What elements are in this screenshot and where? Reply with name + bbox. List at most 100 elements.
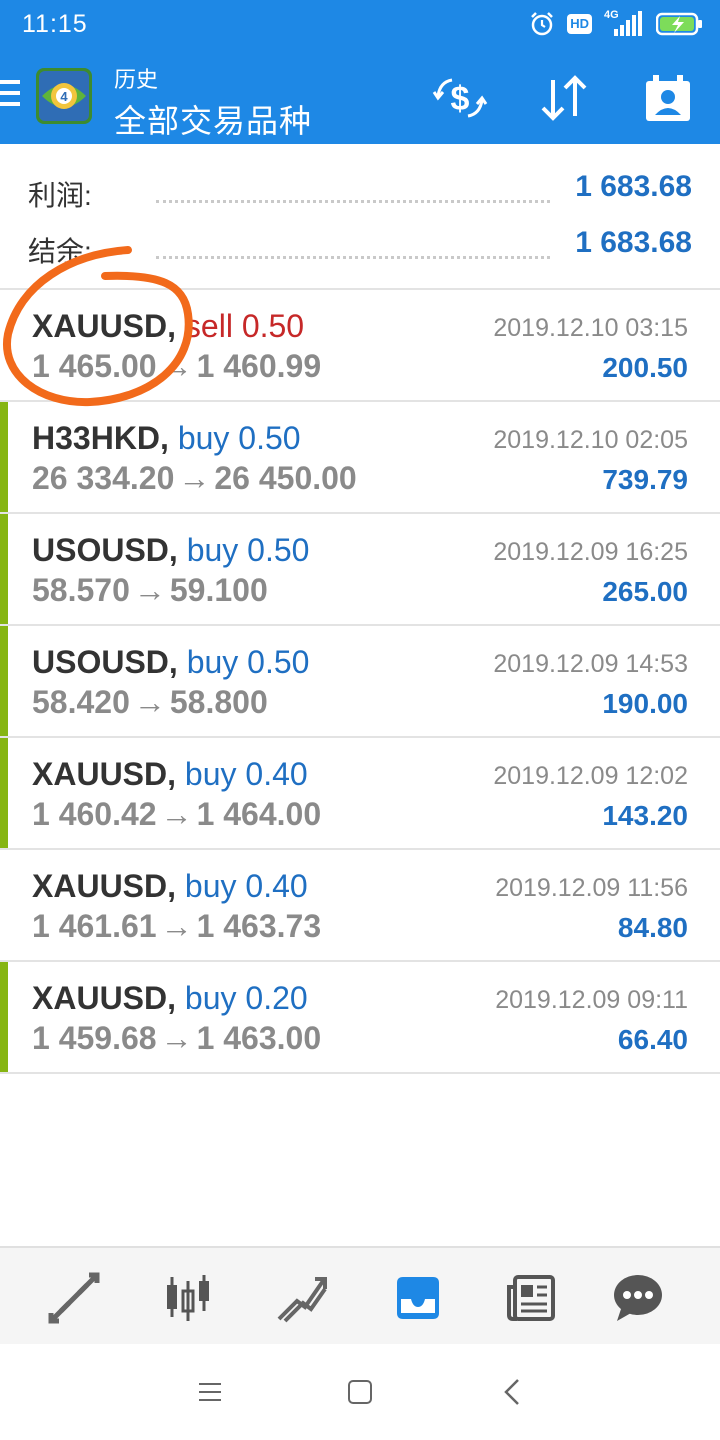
trade-profit: 190.00 [602, 688, 688, 719]
quotes-icon [48, 1272, 100, 1324]
account-button[interactable] [640, 70, 696, 126]
balance-row: 结余: 1 683.68 [0, 220, 720, 276]
account-icon [646, 75, 690, 121]
dotted-leader [156, 200, 550, 203]
tab-trade[interactable] [272, 1268, 332, 1328]
svg-text:$: $ [451, 80, 470, 118]
trade-row[interactable]: USOUSD, buy 0.50 58.420 → 58.800 2019.12.0… [0, 626, 720, 738]
currency-exchange-button[interactable]: $ [432, 70, 488, 126]
trade-time: 2019.12.09 09:11 [495, 986, 688, 1014]
summary-panel: 利润: 1 683.68 结余: 1 683.68 [0, 144, 720, 290]
menu-nav-button[interactable] [190, 1376, 230, 1408]
arrow-right-icon: → [160, 908, 193, 944]
buy-marker [0, 626, 8, 736]
menu-nav-icon [199, 1383, 221, 1401]
trade-symbol: XAUUSD, [32, 756, 177, 792]
close-price: 1 463.73 [196, 908, 322, 944]
symbol-filter[interactable]: 全部交易品种 [114, 96, 312, 142]
battery-charging-icon [656, 12, 702, 36]
trade-profit: 739.79 [602, 464, 688, 495]
svg-text:4: 4 [60, 89, 68, 104]
app-bar: 4 历史 全部交易品种 $ [0, 48, 720, 144]
tab-quotes[interactable] [44, 1268, 104, 1328]
trade-row[interactable]: H33HKD, buy 0.50 26 334.20 → 26 450.00 201… [0, 402, 720, 514]
trade-symbol: USOUSD, [32, 644, 178, 680]
close-price: 1 460.99 [196, 348, 322, 384]
trade-profit: 84.80 [617, 912, 688, 943]
open-price: 58.570 [32, 572, 130, 608]
trade-side: buy 0.50 [186, 644, 310, 680]
hd-icon: HD [567, 14, 592, 34]
news-icon [507, 1275, 555, 1321]
arrow-right-icon: → [133, 572, 166, 608]
system-nav-bar [0, 1344, 720, 1440]
status-bar: 11:15 HD 4G [0, 0, 720, 48]
trade-time: 2019.12.10 02:05 [493, 426, 688, 454]
buy-marker [0, 962, 8, 1072]
app-logo-icon: 4 [36, 68, 92, 124]
close-price: 26 450.00 [214, 460, 357, 496]
trade-side: buy 0.20 [184, 980, 308, 1016]
trade-profit: 265.00 [602, 576, 688, 607]
home-nav-icon [348, 1380, 372, 1404]
close-price: 58.800 [169, 684, 268, 720]
trade-time: 2019.12.10 03:15 [493, 314, 688, 342]
trade-symbol: H33HKD, [32, 420, 169, 456]
alarm-icon [531, 12, 554, 36]
trade-symbol: XAUUSD, [32, 980, 177, 1016]
open-price: 1 461.61 [32, 908, 157, 944]
trade-profit: 66.40 [617, 1024, 688, 1055]
tab-chart[interactable] [158, 1268, 218, 1328]
profit-value: 1 683.68 [575, 170, 692, 203]
trade-symbol: XAUUSD, [32, 868, 177, 904]
trade-side: buy 0.40 [184, 868, 308, 904]
buy-marker [0, 402, 8, 512]
trade-history-list: XAUUSD, sell 0.50 1 465.00 → 1 460.99 2019… [0, 290, 720, 1074]
trade-symbol: XAUUSD, [32, 308, 177, 344]
back-nav-icon [504, 1379, 519, 1405]
arrow-right-icon: → [160, 796, 193, 832]
trade-row[interactable]: XAUUSD, buy 0.40 1 461.61 → 1 463.73 2019.… [0, 850, 720, 962]
menu-icon[interactable] [0, 80, 22, 110]
close-price: 1 463.00 [196, 1020, 322, 1056]
tab-chat[interactable] [608, 1268, 668, 1328]
tab-news[interactable] [502, 1268, 562, 1328]
screen-title: 历史 [114, 67, 159, 92]
trade-profit: 143.20 [602, 800, 688, 831]
status-icons: HD 4G [529, 9, 704, 38]
arrow-right-icon: → [178, 460, 211, 496]
bottom-tab-bar [0, 1246, 720, 1344]
trade-row[interactable]: XAUUSD, buy 0.20 1 459.68 → 1 463.00 2019.… [0, 962, 720, 1074]
back-nav-button[interactable] [492, 1376, 532, 1408]
trade-side: sell 0.50 [184, 308, 305, 344]
trade-time: 2019.12.09 12:02 [493, 762, 688, 790]
sort-button[interactable] [536, 70, 592, 126]
buy-marker [0, 738, 8, 848]
profit-row: 利润: 1 683.68 [0, 164, 720, 220]
chart-icon [167, 1275, 209, 1321]
open-price: 1 459.68 [32, 1020, 157, 1056]
trade-symbol: USOUSD, [32, 532, 178, 568]
home-nav-button[interactable] [340, 1376, 380, 1408]
open-price: 58.420 [32, 684, 130, 720]
sort-icon [541, 75, 587, 121]
close-price: 59.100 [169, 572, 268, 608]
trade-row[interactable]: XAUUSD, buy 0.40 1 460.42 → 1 464.00 2019.… [0, 738, 720, 850]
open-price: 1 460.42 [32, 796, 157, 832]
trade-side: buy 0.40 [184, 756, 308, 792]
arrow-right-icon: → [160, 348, 193, 384]
dotted-leader [156, 256, 550, 259]
trade-icon [277, 1277, 327, 1323]
status-time: 11:15 [22, 10, 88, 38]
trade-time: 2019.12.09 14:53 [493, 650, 688, 678]
trade-row[interactable]: XAUUSD, sell 0.50 1 465.00 → 1 460.99 2019… [0, 290, 720, 402]
trade-side: buy 0.50 [177, 420, 301, 456]
currency-exchange-icon: $ [432, 78, 488, 118]
trade-time: 2019.12.09 16:25 [493, 538, 688, 566]
chat-icon [614, 1275, 662, 1321]
balance-label: 结余: [28, 236, 92, 267]
trade-row[interactable]: USOUSD, buy 0.50 58.570 → 59.100 2019.12.0… [0, 514, 720, 626]
balance-value: 1 683.68 [575, 226, 692, 259]
history-icon [397, 1277, 439, 1319]
tab-history[interactable] [388, 1268, 448, 1328]
